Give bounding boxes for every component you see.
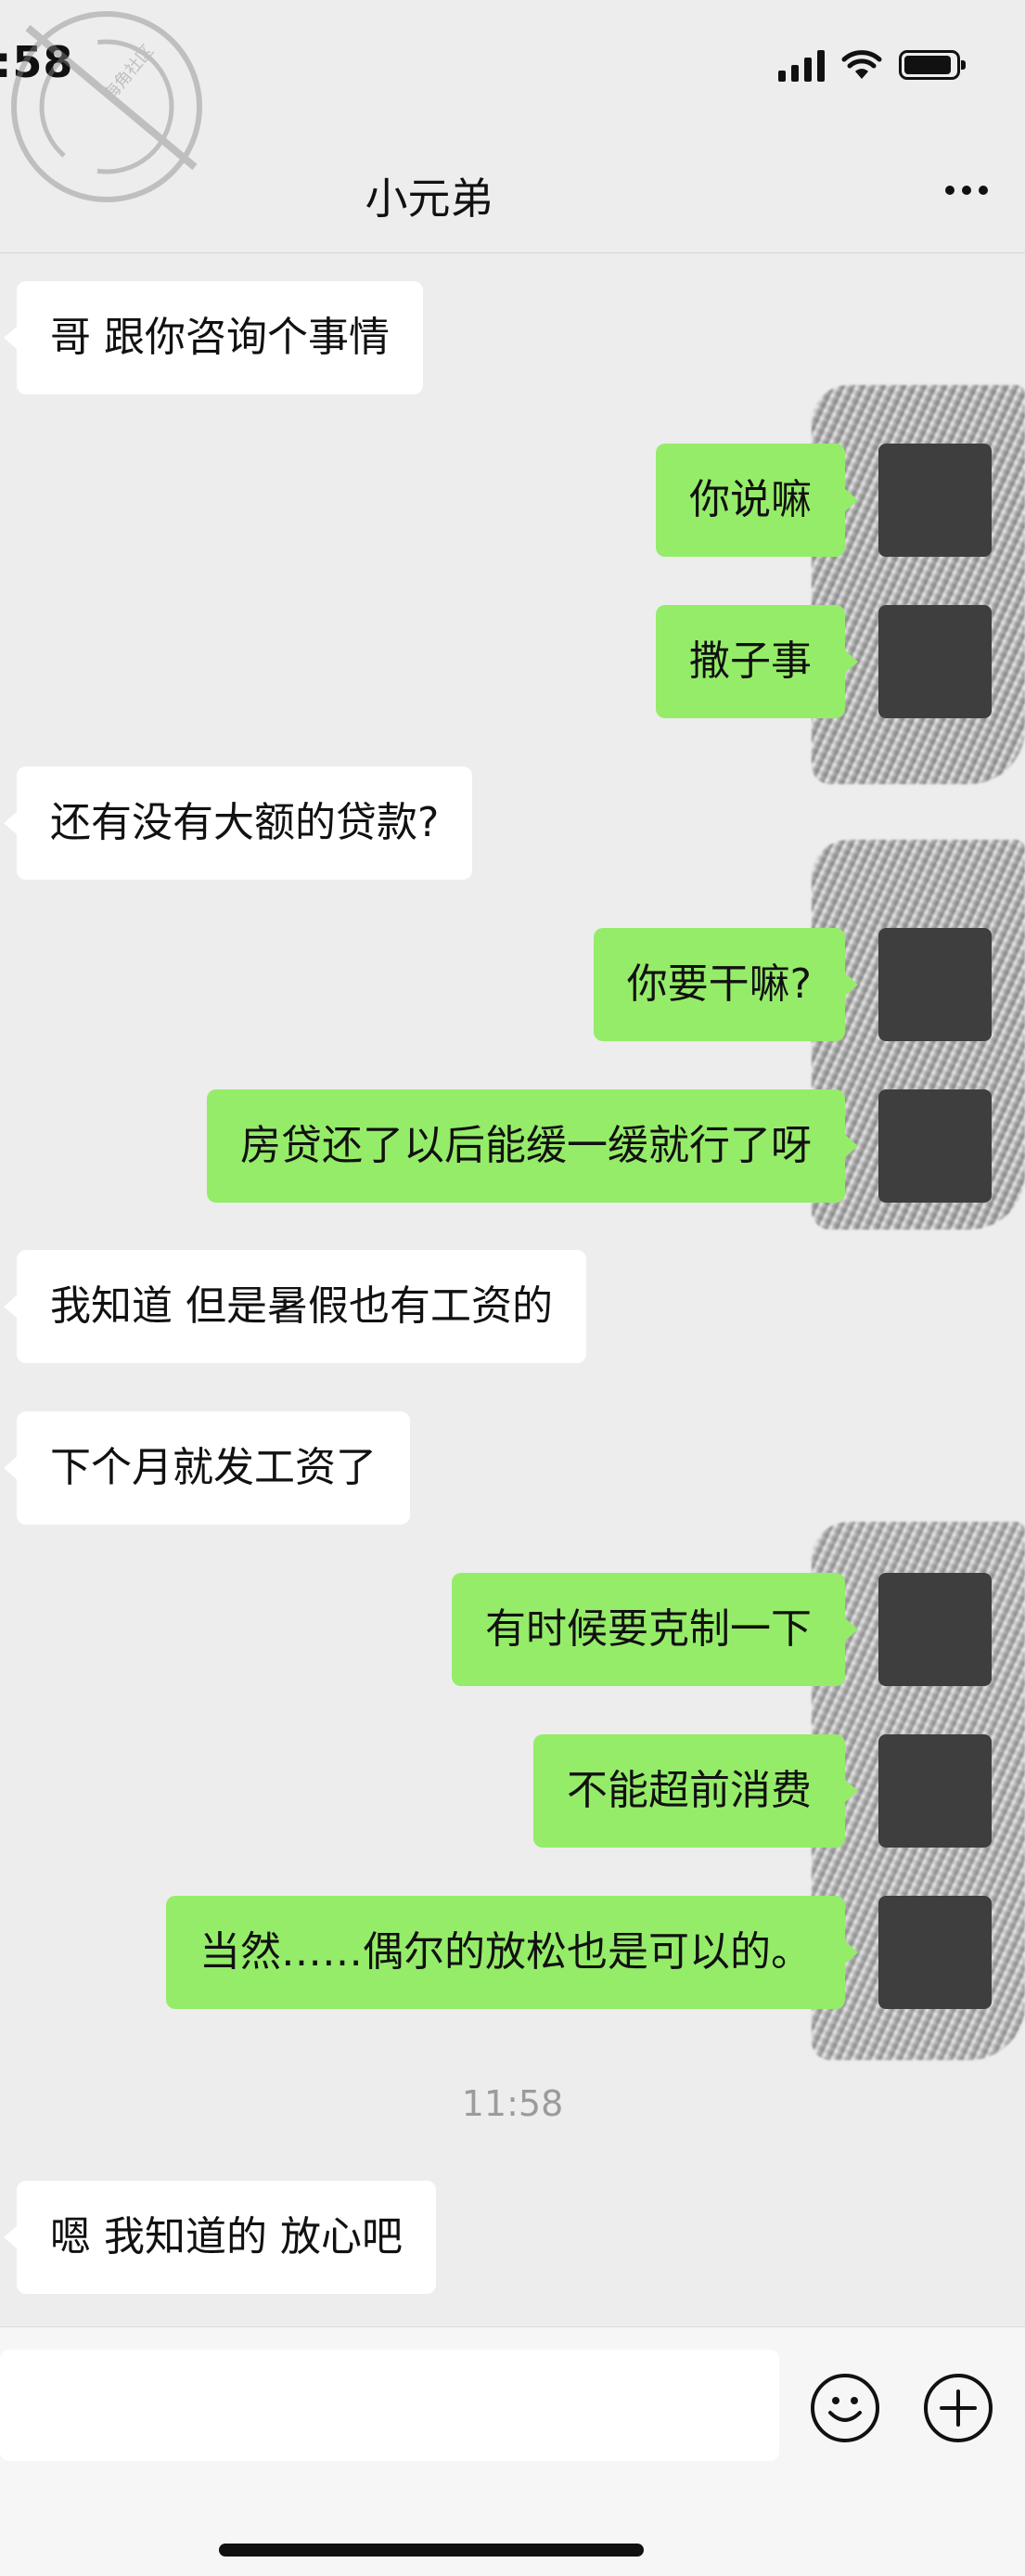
my-avatar[interactable] xyxy=(878,1089,992,1203)
outgoing-message[interactable]: 你要干嘛? xyxy=(593,928,859,1041)
wifi-icon xyxy=(841,50,882,79)
cellular-signal-icon xyxy=(778,48,825,82)
incoming-message[interactable]: 嗯 我知道的 放心吧 xyxy=(4,2181,436,2294)
input-bar xyxy=(0,2326,1025,2576)
my-avatar[interactable] xyxy=(878,928,992,1041)
outgoing-message[interactable]: 有时候要克制一下 xyxy=(452,1573,858,1686)
plus-icon[interactable] xyxy=(924,2374,993,2442)
outgoing-message[interactable]: 房贷还了以后能缓一缓就行了呀 xyxy=(207,1089,858,1203)
my-avatar[interactable] xyxy=(878,605,992,718)
my-avatar[interactable] xyxy=(878,444,992,557)
outgoing-message[interactable]: 撒子事 xyxy=(656,605,858,718)
incoming-message[interactable]: 还有没有大额的贷款? xyxy=(3,766,473,880)
my-avatar[interactable] xyxy=(878,1734,992,1848)
svg-text:海角社区: 海角社区 xyxy=(100,42,158,106)
battery-icon xyxy=(899,50,966,80)
outgoing-message[interactable]: 不能超前消费 xyxy=(533,1734,858,1848)
my-avatar[interactable] xyxy=(878,1896,992,2009)
incoming-message[interactable]: 我知道 但是暑假也有工资的 xyxy=(4,1250,586,1363)
status-icons xyxy=(778,45,966,85)
emoji-icon[interactable] xyxy=(811,2374,879,2442)
message-input[interactable] xyxy=(0,2350,779,2461)
outgoing-message[interactable]: 你说嘛 xyxy=(656,444,858,557)
my-avatar[interactable] xyxy=(878,1573,992,1686)
incoming-message[interactable]: 哥 跟你咨询个事情 xyxy=(4,281,423,394)
chat-title: 小元弟 xyxy=(365,174,493,224)
incoming-message[interactable]: 下个月就发工资了 xyxy=(4,1411,410,1525)
more-dots-icon[interactable] xyxy=(945,186,988,195)
chat-header: 小元弟 xyxy=(0,130,1025,253)
message-timestamp: 11:58 xyxy=(461,2083,564,2124)
outgoing-message[interactable]: 当然……偶尔的放松也是可以的。 xyxy=(166,1896,858,2009)
home-indicator[interactable] xyxy=(219,2544,644,2557)
